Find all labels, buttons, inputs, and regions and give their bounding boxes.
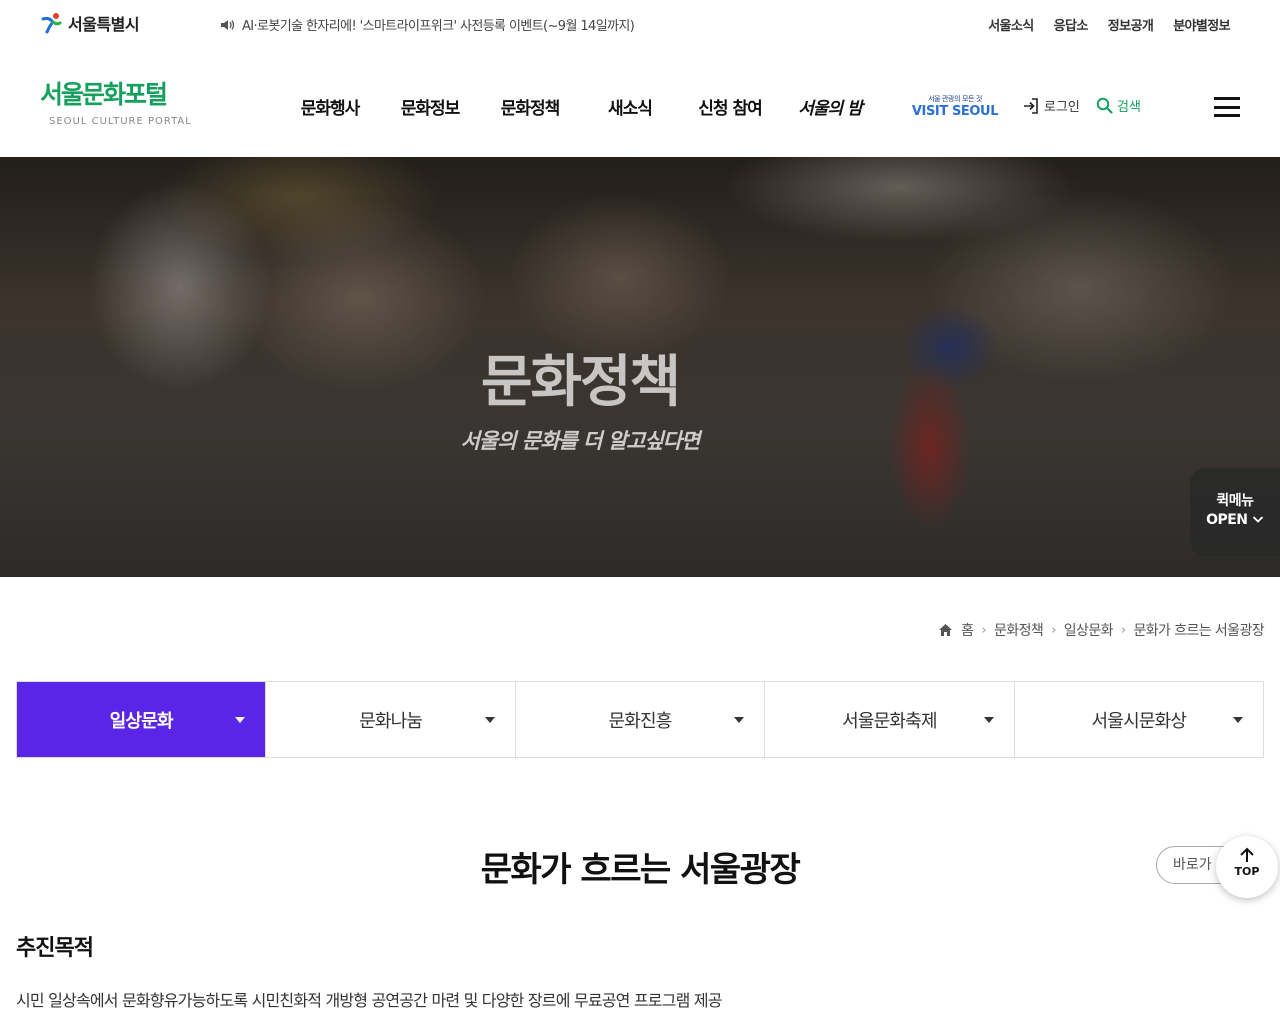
tab-culture-sharing[interactable]: 문화나눔 (266, 682, 516, 757)
nav-culture-info[interactable]: 문화정보 (380, 94, 480, 119)
chevron-right-icon: › (1051, 622, 1056, 638)
scroll-top-label: TOP (1234, 865, 1260, 878)
tab-label: 문화나눔 (359, 710, 423, 732)
hero-banner: 문화정책 서울의 문화를 더 알고싶다면 퀵메뉴 OPEN (0, 157, 1280, 577)
tab-seoul-culture-festival[interactable]: 서울문화축제 (765, 682, 1015, 757)
sub-menu-tabs: 일상문화 문화나눔 문화진흥 서울문화축제 서울시문화상 (16, 681, 1264, 758)
seoul-logo-text: 서울특별시 (68, 15, 140, 34)
home-icon[interactable] (938, 623, 953, 637)
login-button[interactable]: 로그인 (1022, 96, 1080, 115)
tab-label: 일상문화 (109, 710, 174, 732)
caret-down-icon (235, 717, 246, 723)
util-link-info-disclosure[interactable]: 정보공개 (1108, 15, 1154, 34)
breadcrumb-culture-policy[interactable]: 문화정책 (994, 620, 1044, 640)
hero-title: 문화정책 (480, 350, 681, 415)
hero-subtitle: 서울의 문화를 더 알고싶다면 (460, 429, 701, 453)
nav-news[interactable]: 새소식 (580, 94, 680, 119)
visit-seoul-link[interactable]: 서울 관광의 모든 것 VISIT SEOUL (910, 94, 1000, 119)
util-link-seoul-news[interactable]: 서울소식 (988, 15, 1034, 34)
notice-ticker[interactable]: AI·로봇기술 한자리에! '스마트라이프위크' 사전등록 이벤트(~9월 14… (220, 15, 635, 34)
scroll-top-button[interactable]: TOP (1216, 836, 1278, 898)
seoul-symbol-icon (41, 13, 62, 34)
tab-label: 서울시문화상 (1091, 710, 1187, 732)
site-header: 서울문화포털 SEOUL CULTURE PORTAL 문화행사 문화정보 문화… (0, 50, 1280, 157)
tab-label: 서울문화축제 (842, 710, 937, 732)
quick-menu-button[interactable]: 퀵메뉴 OPEN (1190, 468, 1280, 556)
utility-bar: 서울특별시 AI·로봇기술 한자리에! '스마트라이프위크' 사전등록 이벤트(… (0, 0, 1280, 50)
visit-seoul-subtitle: 서울 관광의 모든 것 (928, 95, 982, 103)
caret-down-icon (1233, 717, 1244, 723)
caret-down-icon (484, 717, 495, 723)
chevron-right-icon: › (1120, 622, 1126, 638)
nav-seoul-night[interactable]: 서울의 밤 (780, 94, 880, 119)
main-nav: 문화행사 문화정보 문화정책 새소식 신청 참여 서울의 밤 (280, 94, 880, 119)
portal-logo-english: SEOUL CULTURE PORTAL (49, 116, 192, 127)
search-icon (1096, 97, 1113, 114)
portal-logo-korean: 서울문화포털 (40, 80, 168, 109)
chevron-right-icon: › (981, 622, 987, 638)
section-heading: 추진목적 (16, 936, 94, 961)
utility-links: 서울소식 응답소 정보공개 분야별정보 (988, 15, 1230, 34)
nav-culture-events[interactable]: 문화행사 (280, 94, 380, 119)
seoul-city-logo[interactable]: 서울특별시 (40, 11, 140, 35)
quick-menu-open: OPEN (1190, 512, 1280, 528)
page-title: 문화가 흐르는 서울광장 (480, 850, 801, 890)
login-label: 로그인 (1044, 100, 1080, 115)
util-link-field-info[interactable]: 분야별정보 (1173, 15, 1230, 34)
quick-menu-label: 퀵메뉴 (1216, 493, 1254, 509)
breadcrumb: 홈 › 문화정책 › 일상문화 › 문화가 흐르는 서울광장 (938, 620, 1265, 640)
hamburger-icon[interactable] (1214, 97, 1240, 117)
search-button[interactable]: 검색 (1096, 96, 1141, 115)
nav-culture-policy[interactable]: 문화정책 (480, 94, 580, 119)
search-label: 검색 (1117, 100, 1141, 115)
portal-logo[interactable]: 서울문화포털 SEOUL CULTURE PORTAL (40, 80, 192, 127)
login-icon (1024, 97, 1038, 114)
quick-menu-open-label: OPEN (1206, 512, 1248, 528)
breadcrumb-home[interactable]: 홈 (961, 620, 974, 640)
section-text: 시민 일상속에서 문화향유가능하도록 시민친화적 개방형 공연공간 마련 및 다… (16, 991, 722, 1010)
visit-seoul-title: VISIT SEOUL (911, 104, 999, 119)
tab-seoul-culture-award[interactable]: 서울시문화상 (1015, 682, 1263, 757)
speaker-icon (221, 19, 235, 30)
breadcrumb-daily-culture[interactable]: 일상문화 (1064, 620, 1114, 640)
arrow-up-icon (1240, 847, 1254, 862)
caret-down-icon (983, 717, 994, 723)
tab-label: 문화진흥 (608, 710, 672, 732)
breadcrumb-current: 문화가 흐르는 서울광장 (1133, 623, 1265, 639)
tab-culture-promotion[interactable]: 문화진흥 (516, 682, 766, 757)
nav-apply-participate[interactable]: 신청 참여 (680, 94, 780, 119)
util-link-eungdapso[interactable]: 응답소 (1054, 15, 1089, 34)
notice-text: AI·로봇기술 한자리에! '스마트라이프위크' 사전등록 이벤트(~9월 14… (242, 19, 635, 34)
chevron-down-icon (1252, 516, 1264, 523)
tab-daily-culture[interactable]: 일상문화 (17, 682, 267, 757)
caret-down-icon (734, 717, 745, 723)
